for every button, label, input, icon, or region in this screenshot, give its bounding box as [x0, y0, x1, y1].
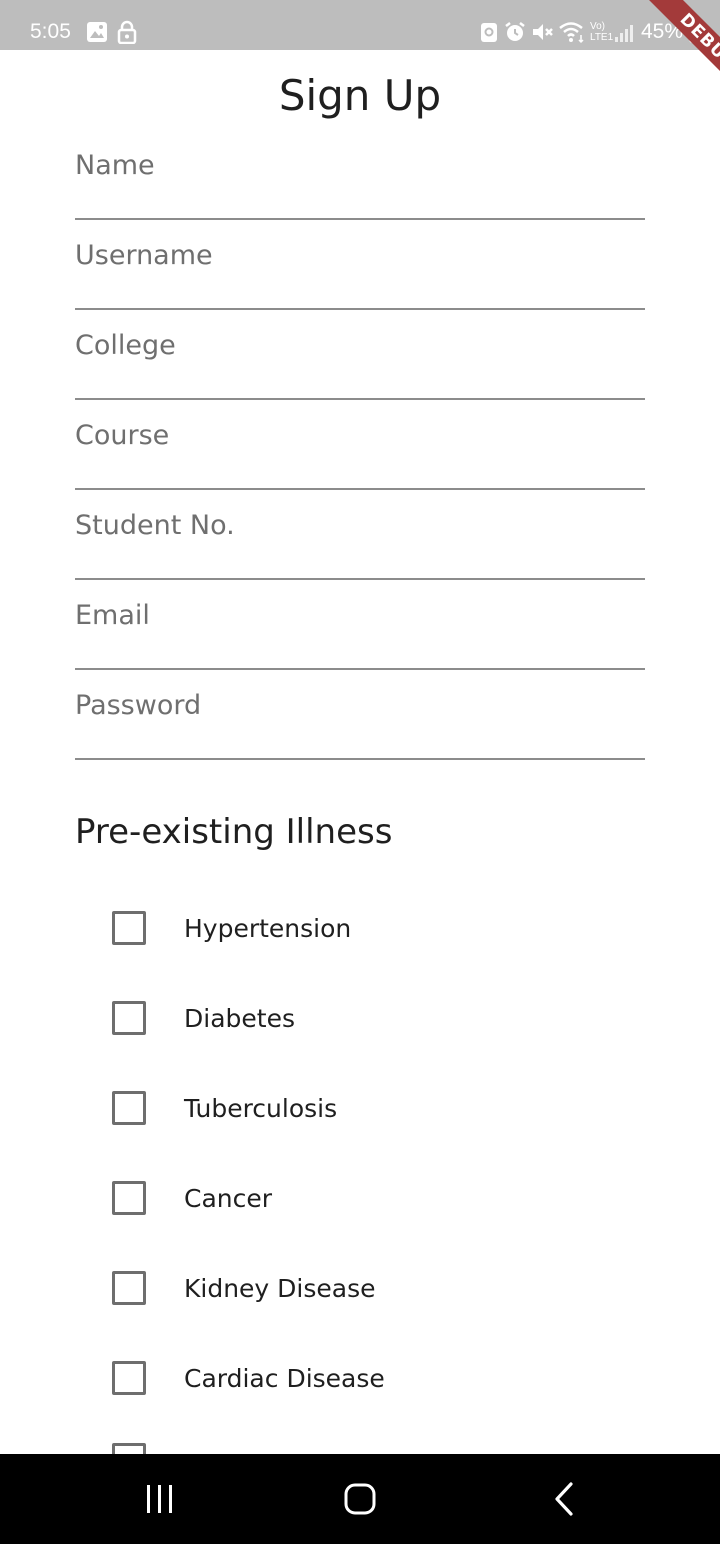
mute-icon [533, 24, 553, 40]
course-field[interactable] [75, 400, 645, 490]
status-bar: 5:05 Vo) LTE1 45% [0, 0, 720, 50]
password-input[interactable] [75, 680, 645, 730]
checkbox-label: Cardiac Disease [184, 1363, 385, 1393]
battery-percent: 45% [641, 20, 684, 43]
nfc-icon [481, 23, 497, 42]
back-icon[interactable] [533, 1479, 593, 1519]
network-label: Vo) LTE1 [590, 21, 614, 43]
checkbox-tuberculosis[interactable]: Tuberculosis [112, 1083, 612, 1133]
checkbox-cardiac-disease[interactable]: Cardiac Disease [112, 1353, 612, 1403]
student-no-input[interactable] [75, 500, 645, 550]
checkbox-label: Cancer [184, 1183, 273, 1213]
illness-section-heading: Pre-existing Illness [75, 812, 393, 852]
college-field[interactable] [75, 310, 645, 400]
gallery-icon [87, 22, 107, 42]
course-input[interactable] [75, 410, 645, 460]
signal-icon [615, 25, 633, 42]
checkbox-box[interactable] [112, 1091, 146, 1125]
page-title: Sign Up [278, 71, 442, 120]
checkbox-diabetes[interactable]: Diabetes [112, 993, 612, 1043]
password-field[interactable] [75, 670, 645, 760]
system-nav-bar [0, 1454, 720, 1544]
checkbox-box[interactable] [112, 911, 146, 945]
checkbox-label: Kidney Disease [184, 1273, 376, 1303]
checkbox-label: Diabetes [184, 1003, 295, 1033]
checkbox-box[interactable] [112, 1271, 146, 1305]
username-field[interactable] [75, 220, 645, 310]
checkbox-kidney-disease[interactable]: Kidney Disease [112, 1263, 612, 1313]
college-input[interactable] [75, 320, 645, 370]
student-no-field[interactable] [75, 490, 645, 580]
checkbox-label: Tuberculosis [184, 1093, 338, 1123]
status-time: 5:05 [30, 20, 71, 43]
checkbox-hypertension[interactable]: Hypertension [112, 903, 612, 953]
checkbox-box[interactable] [112, 1001, 146, 1035]
name-field[interactable] [75, 130, 645, 220]
lock-icon [117, 20, 137, 44]
email-input[interactable] [75, 590, 645, 640]
checkbox-box[interactable] [112, 1181, 146, 1215]
alarm-icon [505, 22, 525, 41]
checkbox-box[interactable] [112, 1361, 146, 1395]
checkbox-label: Hypertension [184, 913, 352, 943]
wifi-icon [559, 22, 584, 44]
battery-icon [689, 22, 701, 43]
email-field[interactable] [75, 580, 645, 670]
home-icon[interactable] [330, 1479, 390, 1519]
name-input[interactable] [75, 140, 645, 190]
username-input[interactable] [75, 230, 645, 280]
recent-apps-icon[interactable] [130, 1479, 190, 1519]
checkbox-cancer[interactable]: Cancer [112, 1173, 612, 1223]
